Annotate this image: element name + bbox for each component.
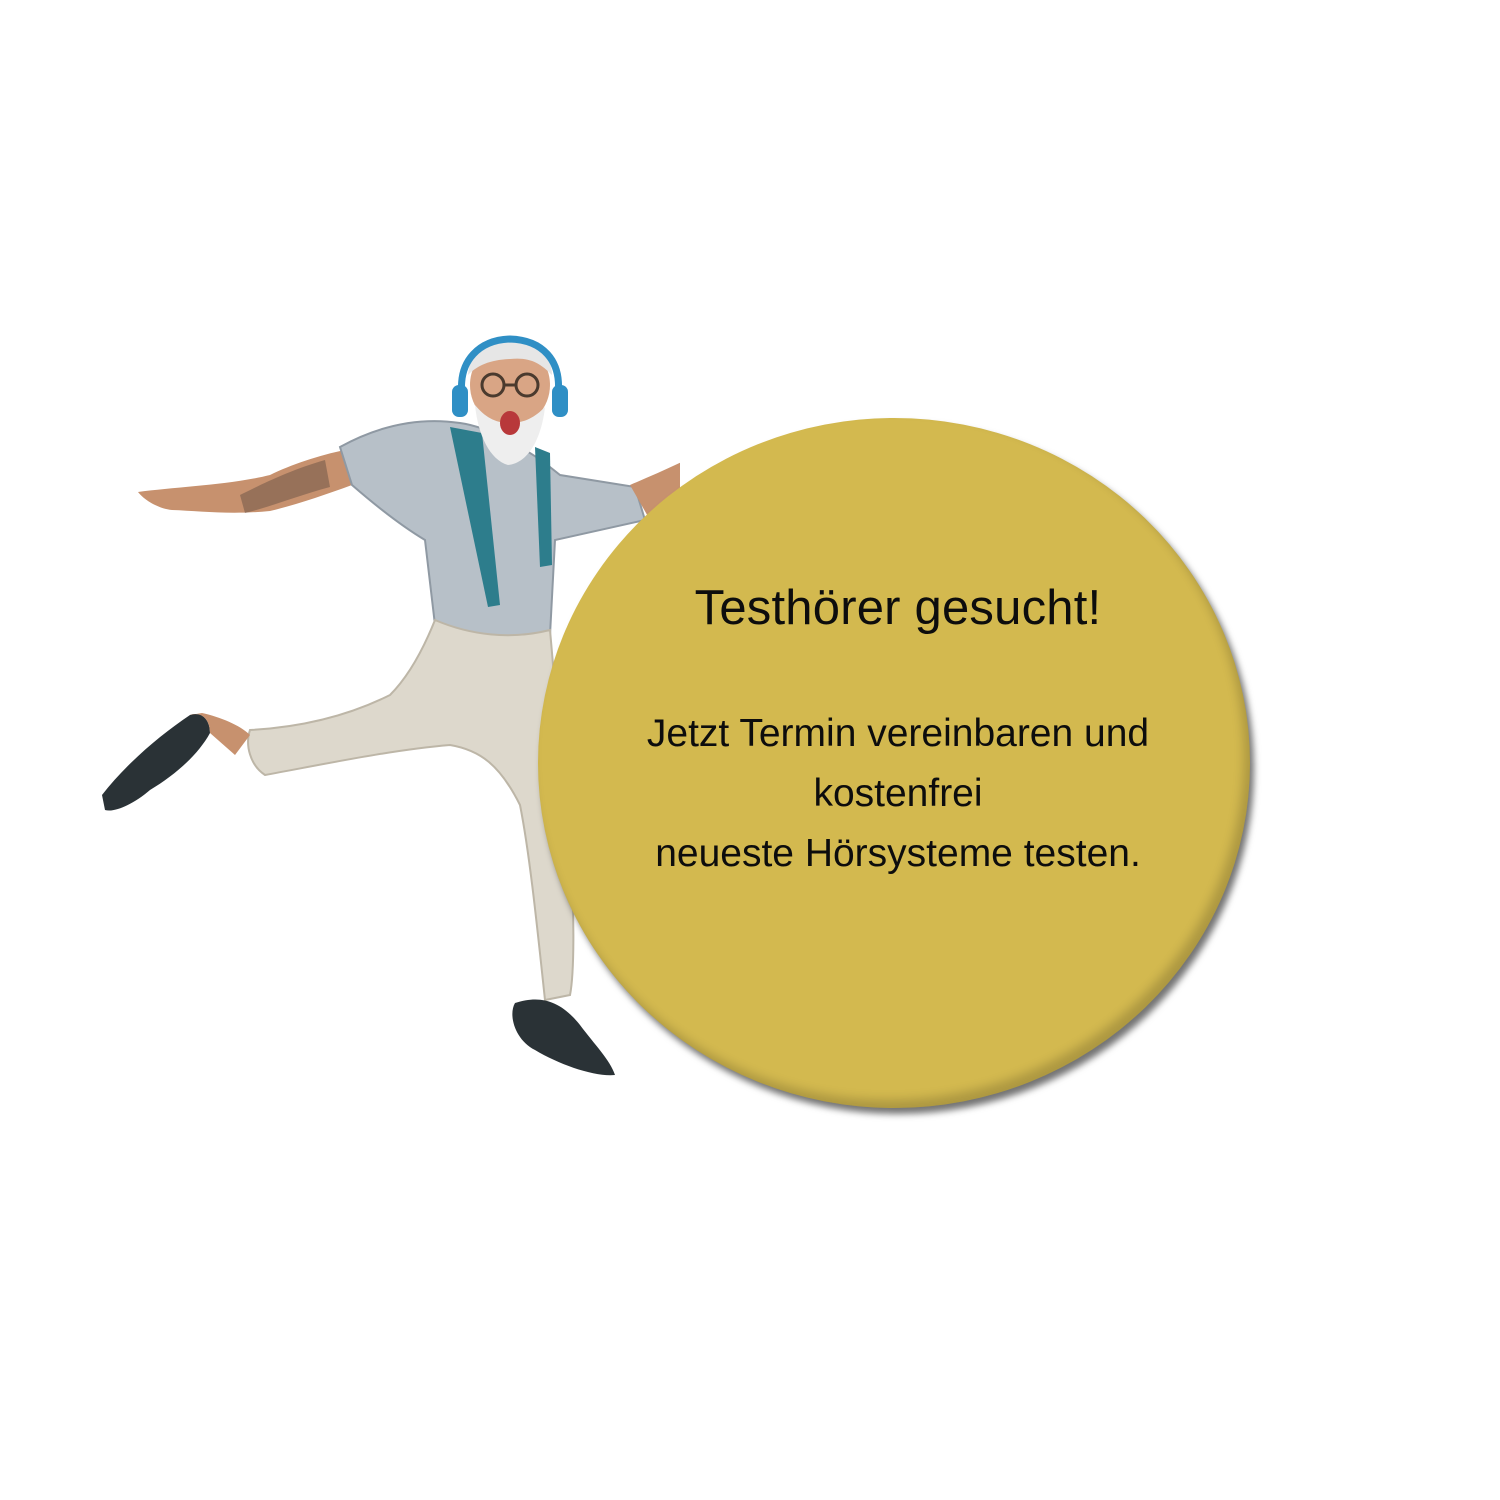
ad-canvas: Testhörer gesucht! Jetzt Termin vereinba… [0,0,1500,1500]
headline: Testhörer gesucht! [694,581,1102,635]
body-text: Jetzt Termin vereinbaren und kostenfrei … [548,704,1248,884]
body-line: neueste Hörsysteme testen. [655,832,1141,875]
body-line: Jetzt Termin vereinbaren und [646,712,1150,755]
body-line: kostenfrei [813,772,983,815]
